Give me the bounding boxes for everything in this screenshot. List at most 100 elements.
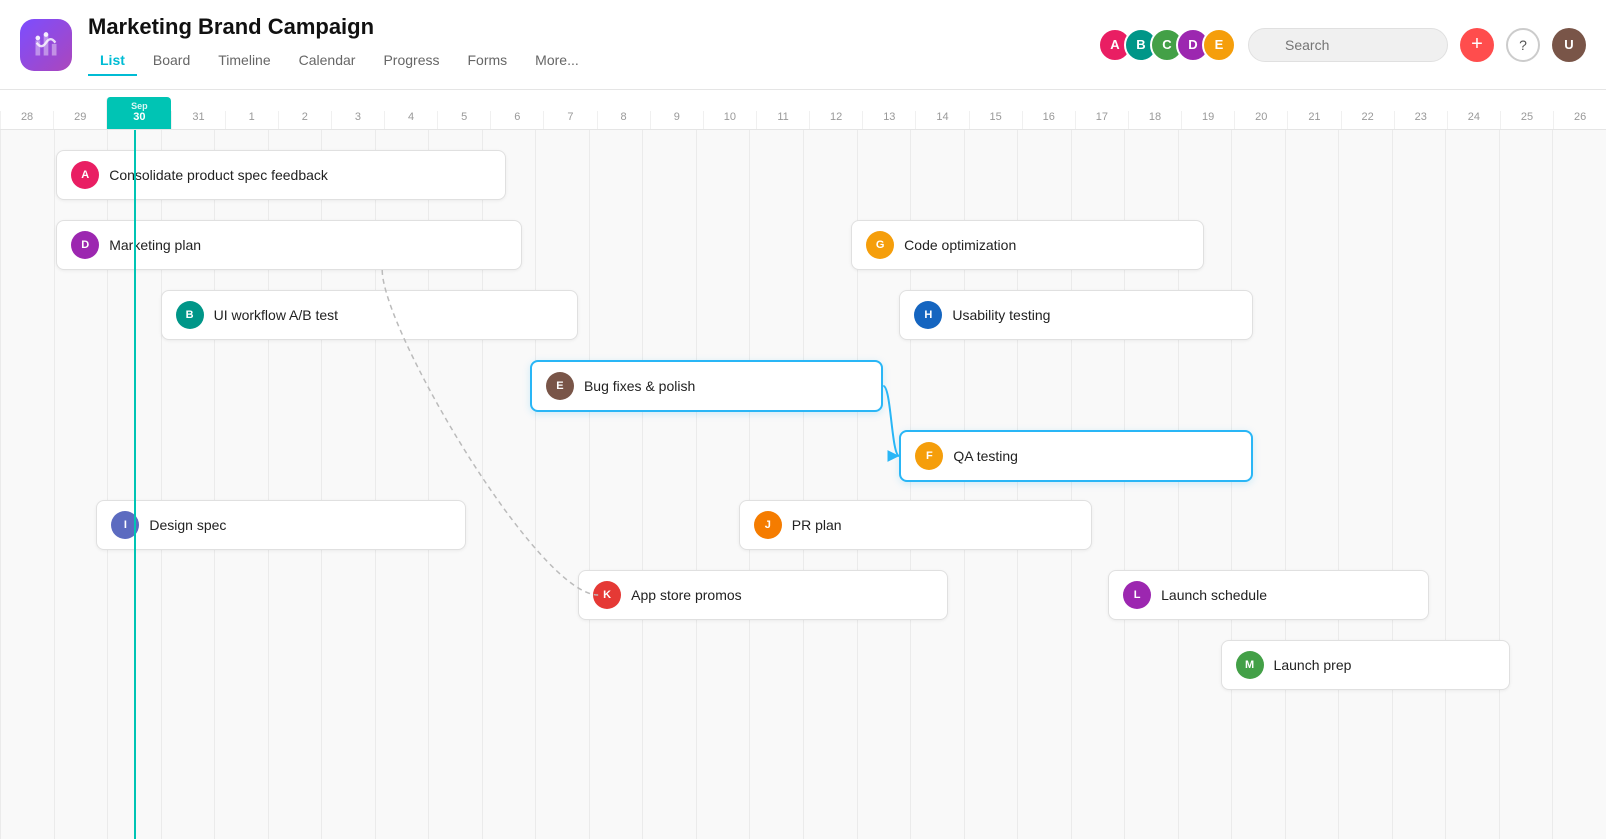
- task-label-task-2: Marketing plan: [109, 237, 201, 253]
- tab-list[interactable]: List: [88, 46, 137, 76]
- task-avatar-task-12: M: [1236, 651, 1264, 679]
- date-cell-15: 15: [969, 111, 1022, 129]
- grid-col-28: [0, 130, 54, 839]
- task-avatar-task-5: F: [915, 442, 943, 470]
- today-line: [134, 130, 136, 839]
- date-cell-4: 4: [384, 111, 437, 129]
- date-ruler: 2829Sep303112345678910111213141516171819…: [0, 90, 1606, 130]
- task-avatar-task-6: G: [866, 231, 894, 259]
- app-logo[interactable]: [20, 19, 72, 71]
- date-cell-9: 9: [650, 111, 703, 129]
- task-label-task-10: App store promos: [631, 587, 742, 603]
- grid-col-22: [1338, 130, 1392, 839]
- nav-tabs: ListBoardTimelineCalendarProgressFormsMo…: [88, 46, 1082, 76]
- help-button[interactable]: ?: [1506, 28, 1540, 62]
- timeline-container: 2829Sep303112345678910111213141516171819…: [0, 90, 1606, 839]
- task-card-task-8[interactable]: IDesign spec: [96, 500, 465, 550]
- date-cell-23: 23: [1394, 111, 1447, 129]
- task-avatar-task-4: E: [546, 372, 574, 400]
- grid-col-21: [1285, 130, 1339, 839]
- header-title-nav: Marketing Brand Campaign ListBoardTimeli…: [88, 14, 1082, 76]
- task-avatar-task-7: H: [914, 301, 942, 329]
- search-wrap: 🔍: [1248, 28, 1448, 62]
- grid-col-25: [1499, 130, 1553, 839]
- date-cell-3: 3: [331, 111, 384, 129]
- grid-col-10: [696, 130, 750, 839]
- task-card-task-11[interactable]: L Launch schedule: [1108, 570, 1429, 620]
- grid-col-26: [1552, 130, 1606, 839]
- task-avatar-task-11: L: [1123, 581, 1151, 609]
- task-card-task-7[interactable]: H Usability testing: [899, 290, 1252, 340]
- grid-col-12: [803, 130, 857, 839]
- date-cell-10: 10: [703, 111, 756, 129]
- task-label-task-7: Usability testing: [952, 307, 1050, 323]
- page-title: Marketing Brand Campaign: [88, 14, 1082, 40]
- grid-col-11: [749, 130, 803, 839]
- task-label-task-11: Launch schedule: [1161, 587, 1267, 603]
- task-avatar-task-10: K: [593, 581, 621, 609]
- date-cell-14: 14: [915, 111, 968, 129]
- date-cell-11: 11: [756, 111, 809, 129]
- tab-board[interactable]: Board: [141, 46, 202, 76]
- task-card-task-12[interactable]: M Launch prep: [1221, 640, 1510, 690]
- date-cell-19: 19: [1181, 111, 1234, 129]
- date-cell-18: 18: [1128, 111, 1181, 129]
- task-label-task-3: UI workflow A/B test: [214, 307, 338, 323]
- task-avatar-task-3: B: [176, 301, 204, 329]
- date-cell-29: 29: [53, 111, 106, 129]
- task-label-task-9: PR plan: [792, 517, 842, 533]
- date-cell-2: 2: [278, 111, 331, 129]
- date-cell-1: 1: [225, 111, 278, 129]
- date-cell-25: 25: [1500, 111, 1553, 129]
- grid-col-9: [642, 130, 696, 839]
- task-card-task-1[interactable]: A Consolidate product spec feedback: [56, 150, 506, 200]
- task-avatar-task-2: D: [71, 231, 99, 259]
- tab-forms[interactable]: Forms: [456, 46, 520, 76]
- tab-more[interactable]: More...: [523, 46, 591, 76]
- grid-col-7: [535, 130, 589, 839]
- date-cell-22: 22: [1341, 111, 1394, 129]
- task-card-task-2[interactable]: D Marketing plan: [56, 220, 522, 270]
- task-card-task-9[interactable]: J PR plan: [739, 500, 1092, 550]
- grid-area: A Consolidate product spec feedback D Marke…: [0, 130, 1606, 839]
- date-cell-26: 26: [1553, 111, 1606, 129]
- task-label-task-1: Consolidate product spec feedback: [109, 167, 328, 183]
- date-cell-13: 13: [862, 111, 915, 129]
- search-input[interactable]: [1248, 28, 1448, 62]
- tab-progress[interactable]: Progress: [371, 46, 451, 76]
- date-cell-6: 6: [490, 111, 543, 129]
- tab-calendar[interactable]: Calendar: [287, 46, 368, 76]
- task-card-task-4[interactable]: E Bug fixes & polish: [530, 360, 883, 412]
- date-cell-24: 24: [1447, 111, 1500, 129]
- task-label-task-8: Design spec: [149, 517, 226, 533]
- date-cell-28: 28: [0, 111, 53, 129]
- date-cell-31: 31: [171, 111, 224, 129]
- date-cell-20: 20: [1234, 111, 1287, 129]
- task-card-task-3[interactable]: B UI workflow A/B test: [161, 290, 579, 340]
- task-label-task-5: QA testing: [953, 448, 1018, 464]
- task-avatar-task-1: A: [71, 161, 99, 189]
- task-label-task-4: Bug fixes & polish: [584, 378, 695, 394]
- grid-col-23: [1392, 130, 1446, 839]
- task-avatar-task-9: J: [754, 511, 782, 539]
- task-card-task-6[interactable]: G Code optimization: [851, 220, 1204, 270]
- add-button[interactable]: +: [1460, 28, 1494, 62]
- grid-col-8: [589, 130, 643, 839]
- tab-timeline[interactable]: Timeline: [206, 46, 282, 76]
- task-card-task-10[interactable]: K App store promos: [578, 570, 947, 620]
- collaborator-avatar-av5[interactable]: E: [1202, 28, 1236, 62]
- header-right: ABCDE 🔍 + ? U: [1098, 28, 1586, 62]
- date-cell-16: 16: [1022, 111, 1075, 129]
- date-cell-12: 12: [809, 111, 862, 129]
- user-avatar[interactable]: U: [1552, 28, 1586, 62]
- grid-col-24: [1445, 130, 1499, 839]
- task-label-task-6: Code optimization: [904, 237, 1016, 253]
- task-card-task-5[interactable]: F QA testing: [899, 430, 1252, 482]
- date-cell-17: 17: [1075, 111, 1128, 129]
- header: Marketing Brand Campaign ListBoardTimeli…: [0, 0, 1606, 90]
- date-cell-8: 8: [597, 111, 650, 129]
- date-cell-21: 21: [1287, 111, 1340, 129]
- date-cell-30: Sep30: [106, 97, 171, 129]
- collaborators-group: ABCDE: [1098, 28, 1236, 62]
- task-label-task-12: Launch prep: [1274, 657, 1352, 673]
